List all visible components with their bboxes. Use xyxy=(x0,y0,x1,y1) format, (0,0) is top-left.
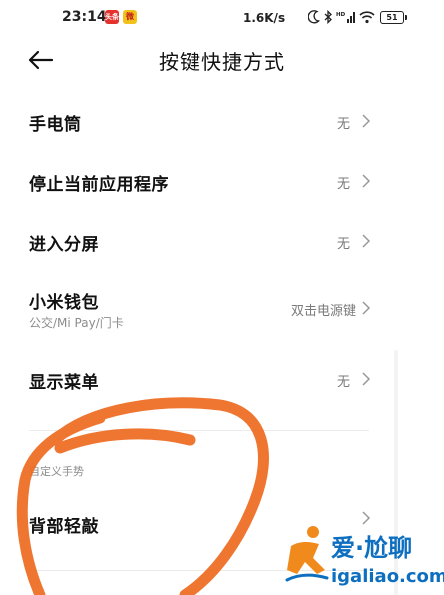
network-speed: 1.6K/s xyxy=(243,11,286,25)
chevron-right-icon xyxy=(362,114,371,128)
status-bar: 23:14 头条 微 1.6K/s HD 51 xyxy=(0,0,444,36)
status-icons: HD 51 xyxy=(308,8,407,26)
page-title: 按键快捷方式 xyxy=(159,50,285,74)
row-value: 无 xyxy=(336,375,350,390)
row-value: 无 xyxy=(336,237,350,252)
signal-icon: HD xyxy=(336,12,355,23)
running-figure-logo-icon xyxy=(285,526,329,582)
chevron-right-icon xyxy=(362,372,371,386)
watermark: 爱·尬聊 igaliao.com xyxy=(283,520,444,592)
watermark-title: 爱·尬聊 xyxy=(331,534,413,562)
row-value: 无 xyxy=(336,117,350,132)
section-divider xyxy=(29,430,369,431)
row-stop-app[interactable]: 停止当前应用程序 无 xyxy=(0,158,444,206)
news-app-icon: 头条 xyxy=(105,10,119,24)
chevron-right-icon xyxy=(362,234,371,248)
row-title: 小米钱包 xyxy=(29,293,99,313)
section-label: 自定义手势 xyxy=(29,465,84,478)
row-mi-wallet[interactable]: 小米钱包 公交/Mi Pay/门卡 双击电源键 xyxy=(0,278,444,340)
battery-indicator: 51 xyxy=(380,10,407,24)
row-title: 进入分屏 xyxy=(29,235,99,255)
row-title: 停止当前应用程序 xyxy=(29,175,169,195)
row-subtitle: 公交/Mi Pay/门卡 xyxy=(29,316,124,330)
signal-label: HD xyxy=(336,12,346,18)
bluetooth-icon xyxy=(324,10,332,24)
row-flashlight[interactable]: 手电筒 无 xyxy=(0,98,444,146)
chevron-right-icon xyxy=(362,301,371,315)
row-title: 背部轻敲 xyxy=(29,517,99,537)
row-show-menu[interactable]: 显示菜单 无 xyxy=(0,356,444,404)
row-title: 显示菜单 xyxy=(29,373,99,393)
row-title: 手电筒 xyxy=(29,115,82,135)
row-value: 双击电源键 xyxy=(290,304,356,319)
status-time: 23:14 xyxy=(62,9,107,25)
chevron-right-icon xyxy=(362,174,371,188)
moon-icon xyxy=(308,10,320,24)
watermark-domain: igaliao.com xyxy=(331,566,444,587)
wifi-icon xyxy=(359,11,375,24)
row-split-screen[interactable]: 进入分屏 无 xyxy=(0,218,444,266)
weibo-app-icon: 微 xyxy=(123,10,137,24)
row-value: 无 xyxy=(336,177,350,192)
header: 按键快捷方式 xyxy=(0,36,444,86)
